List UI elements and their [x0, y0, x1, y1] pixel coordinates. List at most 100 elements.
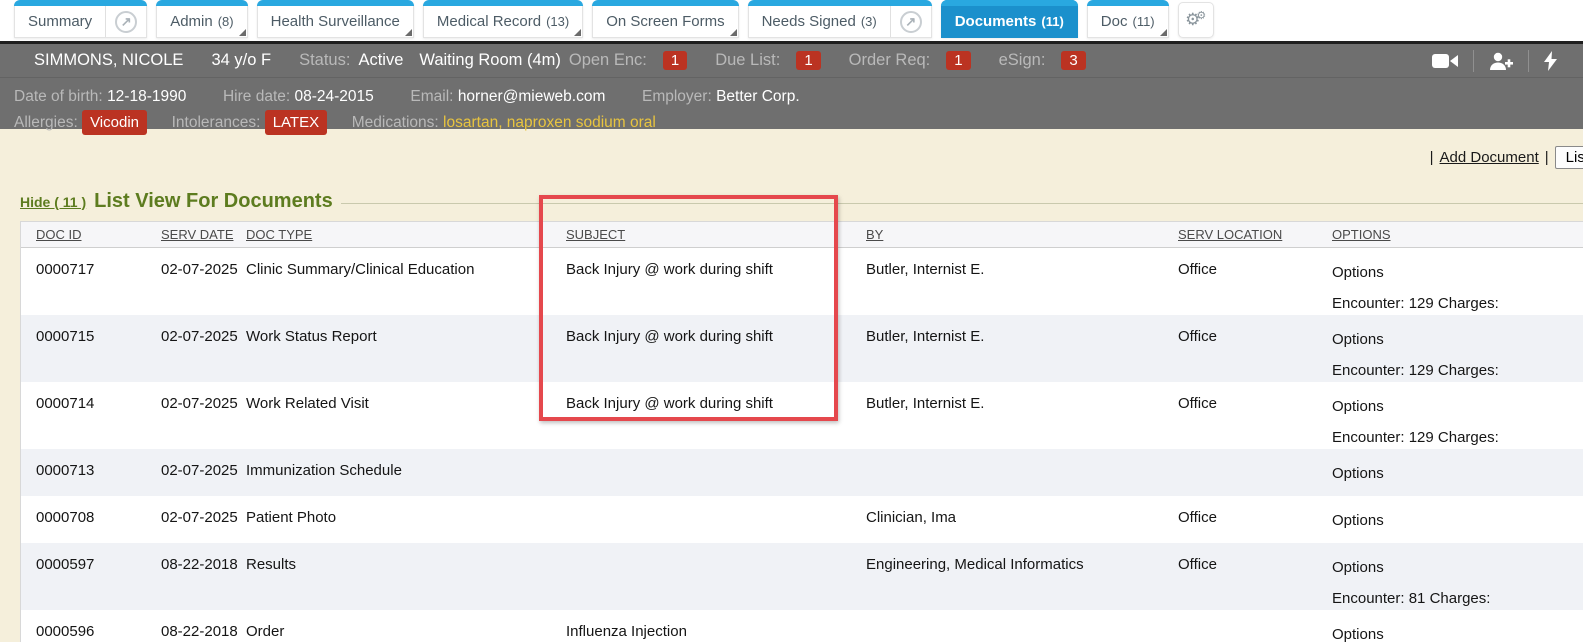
- by: Butler, Internist E.: [866, 315, 1178, 382]
- doc-type: Order: [246, 610, 566, 642]
- serv-location: Office: [1178, 543, 1332, 610]
- encounter-info[interactable]: Encounter: 129 Charges:: [1332, 295, 1583, 312]
- hire-date-label: Hire date:: [223, 88, 290, 105]
- separator: |: [1545, 149, 1549, 166]
- medications-label: Medications:: [352, 114, 439, 131]
- open-enc-badge[interactable]: 1: [663, 51, 687, 70]
- col-serv-location[interactable]: SERV LOCATION: [1178, 227, 1332, 242]
- tab-summary-popout-button[interactable]: ↗: [105, 0, 146, 37]
- tab-count: (11): [1041, 14, 1063, 29]
- dob-label: Date of birth:: [14, 88, 103, 105]
- documents-table: DOC ID SERV DATE DOC TYPE SUBJECT BY SER…: [20, 221, 1583, 642]
- order-req-label: Order Req:: [849, 51, 931, 70]
- tab-documents-active[interactable]: Documents (11): [941, 0, 1078, 38]
- tab-on-screen-forms[interactable]: On Screen Forms: [592, 0, 738, 38]
- status-label: Status:: [299, 51, 350, 70]
- encounter-info[interactable]: Encounter: 129 Charges:: [1332, 429, 1583, 446]
- subject: Influenza Injection: [566, 610, 866, 642]
- table-row[interactable]: 0000715 02-07-2025 Work Status Report Ba…: [21, 315, 1583, 382]
- options-menu[interactable]: Options: [1332, 331, 1384, 348]
- esign-badge[interactable]: 3: [1061, 51, 1085, 70]
- employer-value: Better Corp.: [716, 88, 800, 105]
- subject: [566, 496, 866, 543]
- list-view-button[interactable]: List: [1555, 146, 1583, 169]
- table-header-row: DOC ID SERV DATE DOC TYPE SUBJECT BY SER…: [21, 222, 1583, 248]
- options-menu[interactable]: Options: [1332, 465, 1384, 482]
- table-row[interactable]: 0000597 08-22-2018 Results Engineering, …: [21, 543, 1583, 610]
- patient-header: SIMMONS, NICOLE 34 y/o F Status: Active …: [0, 41, 1583, 129]
- col-serv-date[interactable]: SERV DATE: [161, 227, 246, 242]
- due-list-badge[interactable]: 1: [796, 51, 820, 70]
- tab-medical-record[interactable]: Medical Record (13): [423, 0, 583, 38]
- col-by[interactable]: BY: [866, 227, 1178, 242]
- add-person-button[interactable]: [1474, 52, 1528, 70]
- due-list-label: Due List:: [715, 51, 780, 70]
- col-doc-type[interactable]: DOC TYPE: [246, 227, 566, 242]
- chart-tab-bar: Summary ↗ Admin (8) Health Surveillance …: [0, 0, 1583, 41]
- doc-type: Work Related Visit: [246, 382, 566, 449]
- table-row[interactable]: 0000717 02-07-2025 Clinic Summary/Clinic…: [21, 248, 1583, 315]
- serv-date: 02-07-2025: [161, 248, 246, 315]
- serv-location: Office: [1178, 315, 1332, 382]
- tab-summary[interactable]: Summary ↗: [14, 0, 147, 38]
- tab-admin[interactable]: Admin (8): [156, 0, 247, 38]
- allergy-badge[interactable]: Vicodin: [82, 110, 147, 135]
- by: [866, 449, 1178, 496]
- tab-health-surveillance[interactable]: Health Surveillance: [257, 0, 414, 38]
- employer-label: Employer:: [642, 88, 712, 105]
- tab-needs-signed[interactable]: Needs Signed (3) ↗: [748, 0, 932, 38]
- table-row[interactable]: 0000713 02-07-2025 Immunization Schedule…: [21, 449, 1583, 496]
- hide-link[interactable]: Hide ( 11 ): [20, 194, 86, 210]
- by: Butler, Internist E.: [866, 382, 1178, 449]
- table-row[interactable]: 0000708 02-07-2025 Patient Photo Clinici…: [21, 496, 1583, 543]
- options-menu[interactable]: Options: [1332, 264, 1384, 281]
- video-call-button[interactable]: [1417, 53, 1473, 69]
- subject: [566, 543, 866, 610]
- allergies-label: Allergies:: [14, 114, 78, 131]
- doc-id: 0000597: [36, 543, 161, 610]
- options-menu[interactable]: Options: [1332, 512, 1384, 529]
- intolerance-badge[interactable]: LATEX: [265, 110, 327, 135]
- table-row[interactable]: 0000596 08-22-2018 Order Influenza Injec…: [21, 610, 1583, 642]
- tab-count: (11): [1132, 14, 1154, 29]
- patient-demographics: Date of birth: 12-18-1990 Hire date: 08-…: [0, 78, 1583, 135]
- waiting-room-text: Waiting Room (4m): [419, 51, 561, 70]
- email-value: horner@mieweb.com: [458, 88, 606, 105]
- serv-date: 02-07-2025: [161, 382, 246, 449]
- encounter-info[interactable]: Encounter: 129 Charges:: [1332, 362, 1583, 379]
- options-menu[interactable]: Options: [1332, 626, 1384, 642]
- document-toolbar: | Add Document | List: [1430, 146, 1583, 169]
- options-menu[interactable]: Options: [1332, 398, 1384, 415]
- doc-id: 0000596: [36, 610, 161, 642]
- serv-location: Office: [1178, 496, 1332, 543]
- add-document-link[interactable]: Add Document: [1440, 149, 1539, 166]
- tab-needs-signed-popout-button[interactable]: ↗: [890, 0, 931, 37]
- serv-location: Office: [1178, 248, 1332, 315]
- doc-type: Clinic Summary/Clinical Education: [246, 248, 566, 315]
- col-doc-id[interactable]: DOC ID: [36, 227, 161, 242]
- video-camera-icon: [1432, 53, 1458, 69]
- heading-rule: [341, 203, 1583, 204]
- subject: Back Injury @ work during shift: [566, 248, 866, 315]
- separator: |: [1430, 149, 1434, 166]
- quick-actions-button[interactable]: [1529, 51, 1572, 71]
- tab-count: (3): [861, 14, 877, 29]
- external-link-icon: ↗: [900, 11, 922, 33]
- serv-location: Office: [1178, 382, 1332, 449]
- tab-doc[interactable]: Doc (11): [1087, 0, 1169, 38]
- serv-date: 08-22-2018: [161, 543, 246, 610]
- options-menu[interactable]: Options: [1332, 559, 1384, 576]
- serv-date: 08-22-2018: [161, 610, 246, 642]
- col-options[interactable]: OPTIONS: [1332, 227, 1583, 242]
- settings-button[interactable]: ⚙ ⚙: [1178, 2, 1214, 38]
- table-row[interactable]: 0000714 02-07-2025 Work Related Visit Ba…: [21, 382, 1583, 449]
- serv-date: 02-07-2025: [161, 449, 246, 496]
- tab-count: (8): [218, 14, 234, 29]
- order-req-badge[interactable]: 1: [946, 51, 970, 70]
- person-add-icon: [1489, 52, 1513, 70]
- medications-list[interactable]: losartan, naproxen sodium oral: [443, 114, 656, 131]
- page-title: List View For Documents: [94, 190, 333, 213]
- col-subject[interactable]: SUBJECT: [566, 227, 866, 242]
- encounter-info[interactable]: Encounter: 81 Charges:: [1332, 590, 1583, 607]
- hire-date-value: 08-24-2015: [295, 88, 374, 105]
